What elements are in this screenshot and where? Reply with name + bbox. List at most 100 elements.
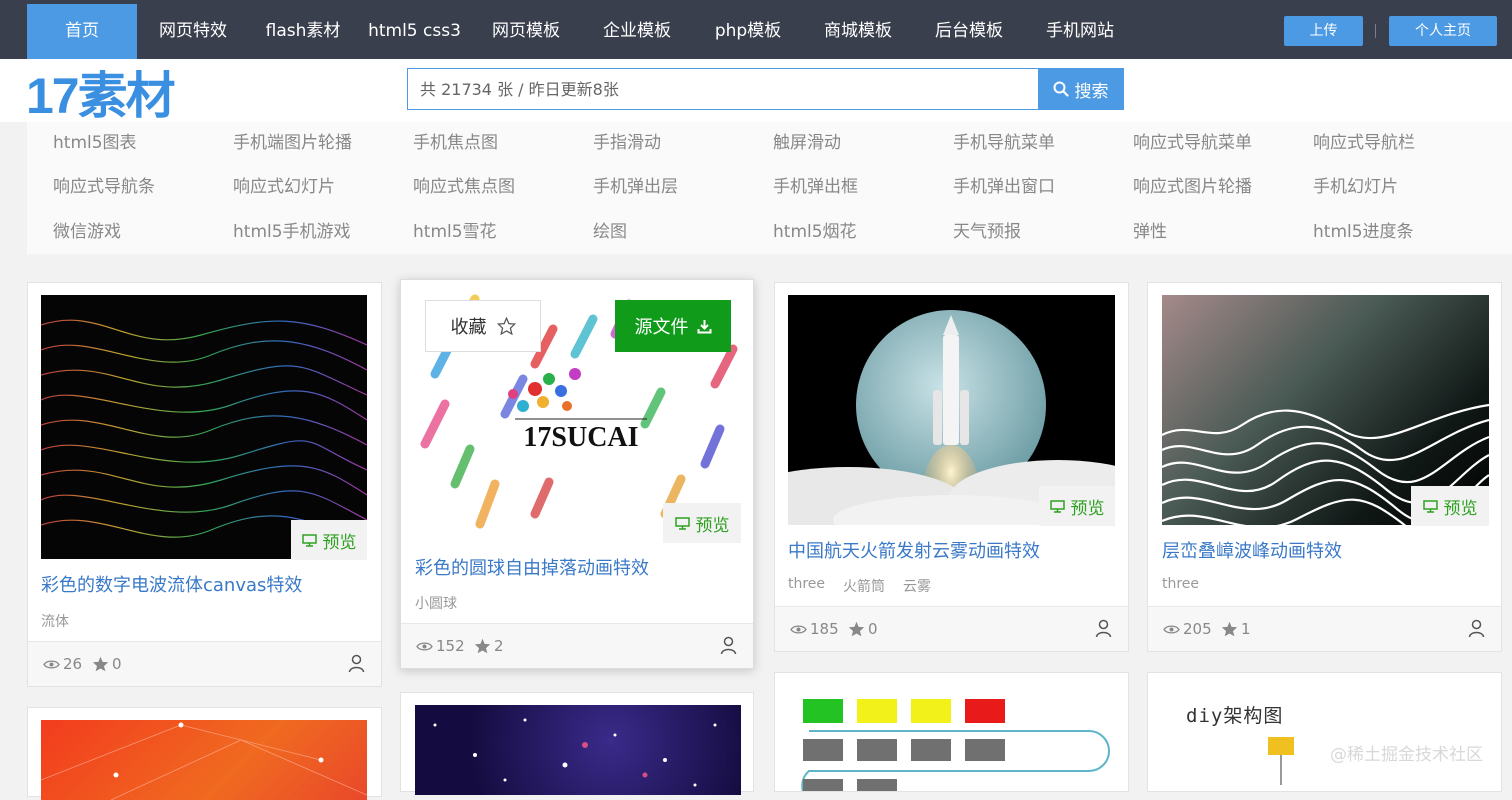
card-tag[interactable]: 云雾	[903, 576, 931, 596]
tag-link[interactable]: 响应式导航栏	[1313, 128, 1415, 153]
monitor-icon	[1422, 499, 1438, 513]
nav-item-php-templates[interactable]: php模板	[698, 4, 798, 59]
download-source-button[interactable]: 源文件	[615, 300, 731, 352]
tag-link[interactable]: 手机弹出层	[593, 172, 678, 197]
card-tag[interactable]: three	[1162, 576, 1199, 592]
tag-link[interactable]: 手机弹出窗口	[953, 172, 1055, 197]
eye-icon	[43, 659, 60, 669]
star-icon	[474, 638, 491, 654]
card-tag[interactable]: 火箭筒	[843, 576, 885, 596]
card-tags: three	[1162, 576, 1199, 592]
nav-item-html5-css3[interactable]: html5 css3	[363, 4, 466, 59]
tag-link[interactable]: 绘图	[593, 217, 627, 242]
user-icon[interactable]	[348, 654, 365, 673]
card-title[interactable]: 中国航天火箭发射云雾动画特效	[788, 537, 1040, 563]
card-title[interactable]: 彩色的数字电波流体canvas特效	[41, 571, 302, 597]
star-icon	[92, 656, 109, 672]
tag-link[interactable]: 手指滑动	[593, 128, 661, 153]
card-tag[interactable]: three	[788, 576, 825, 596]
user-icon[interactable]	[1095, 619, 1112, 638]
tag-link[interactable]: 响应式导航条	[53, 172, 155, 197]
download-icon	[697, 319, 711, 333]
diagram-connector	[1280, 755, 1282, 785]
favorite-label: 收藏	[450, 317, 487, 338]
card-tag[interactable]: 流体	[41, 611, 69, 631]
tag-link[interactable]: html5手机游戏	[233, 217, 351, 242]
preview-button[interactable]: 预览	[1039, 486, 1115, 526]
search-input[interactable]	[408, 69, 1039, 109]
nav-divider	[1375, 24, 1376, 38]
view-count-value: 152	[436, 637, 465, 655]
profile-button[interactable]: 个人主页	[1389, 16, 1497, 46]
preview-label: 预览	[322, 532, 357, 553]
tag-link[interactable]: 触屏滑动	[773, 128, 841, 153]
tag-cloud: html5图表 手机端图片轮播 手机焦点图 手指滑动 触屏滑动 手机导航菜单 响…	[27, 122, 1512, 254]
preview-button[interactable]: 预览	[1411, 486, 1489, 526]
card-thumbnail[interactable]	[41, 720, 367, 800]
star-count-value: 0	[868, 620, 878, 638]
card-tag[interactable]: 小圆球	[415, 593, 457, 613]
tag-link[interactable]: 响应式导航菜单	[1133, 128, 1252, 153]
card-title[interactable]: 层峦叠嶂波峰动画特效	[1162, 537, 1342, 563]
nav-item-shop-templates[interactable]: 商城模板	[808, 4, 908, 59]
site-logo[interactable]: 17素材	[26, 66, 176, 124]
eye-icon	[416, 641, 433, 651]
nav-item-enterprise-templates[interactable]: 企业模板	[587, 4, 687, 59]
nav-item-web-templates[interactable]: 网页模板	[476, 4, 576, 59]
tag-link[interactable]: 响应式图片轮播	[1133, 172, 1252, 197]
user-icon[interactable]	[1468, 619, 1485, 638]
tag-link[interactable]: html5雪花	[413, 217, 497, 242]
tag-link[interactable]: 响应式幻灯片	[233, 172, 335, 197]
download-source-label: 源文件	[634, 317, 689, 338]
card-wave-peaks[interactable]: 预览 层峦叠嶂波峰动画特效 three 205 1	[1147, 282, 1502, 652]
tag-link[interactable]: 微信游戏	[53, 217, 121, 242]
card-partial[interactable]: diy架构图	[1147, 672, 1502, 792]
tag-link[interactable]: html5图表	[53, 128, 137, 153]
card-tags: 小圆球	[415, 593, 457, 613]
monitor-icon	[1049, 499, 1065, 513]
card-footer: 205 1	[1148, 606, 1501, 651]
star-count: 2	[474, 637, 504, 655]
diagram-node	[1268, 737, 1294, 755]
nav-item-mobile-sites[interactable]: 手机网站	[1030, 4, 1130, 59]
card-partial[interactable]	[774, 672, 1129, 792]
tag-link[interactable]: 手机幻灯片	[1313, 172, 1398, 197]
user-icon[interactable]	[720, 636, 737, 655]
upload-button[interactable]: 上传	[1284, 16, 1363, 46]
card-footer: 26 0	[28, 641, 381, 686]
star-count: 0	[848, 620, 878, 638]
tag-link[interactable]: 手机端图片轮播	[233, 128, 352, 153]
search-icon	[1053, 81, 1069, 97]
star-count-value: 1	[1241, 620, 1251, 638]
header: 17素材 搜索	[0, 59, 1512, 124]
search-button[interactable]: 搜索	[1038, 69, 1123, 109]
tag-link[interactable]: html5进度条	[1313, 217, 1414, 242]
view-count: 205	[1163, 620, 1212, 638]
preview-button[interactable]: 预览	[291, 520, 367, 560]
card-partial[interactable]	[400, 692, 754, 795]
tag-link[interactable]: 响应式焦点图	[413, 172, 515, 197]
nav-item-web-effects[interactable]: 网页特效	[143, 4, 243, 59]
tag-link[interactable]: 手机弹出框	[773, 172, 858, 197]
starfield-image	[433, 718, 717, 787]
card-tags: three 火箭筒 云雾	[788, 576, 931, 596]
nav-item-admin-templates[interactable]: 后台模板	[919, 4, 1019, 59]
card-footer: 152 2	[401, 623, 753, 668]
preview-button[interactable]: 预览	[663, 503, 741, 543]
card-falling-balls[interactable]: 17SUCAI 收藏 源文件 预览 彩色的圆球自由掉落动画特效 小圆球 152 …	[400, 279, 754, 669]
card-title[interactable]: 彩色的圆球自由掉落动画特效	[415, 554, 649, 580]
watermark: @稀土掘金技术社区	[1330, 745, 1483, 765]
tag-link[interactable]: 手机导航菜单	[953, 128, 1055, 153]
card-rocket-launch[interactable]: 预览 中国航天火箭发射云雾动画特效 three 火箭筒 云雾 185 0	[774, 282, 1129, 652]
tag-link[interactable]: 手机焦点图	[413, 128, 498, 153]
tag-link[interactable]: 天气预报	[953, 217, 1021, 242]
nav-item-flash[interactable]: flash素材	[253, 4, 353, 59]
monitor-icon	[674, 516, 690, 530]
card-fluid-canvas[interactable]: 预览 彩色的数字电波流体canvas特效 流体 26 0	[27, 282, 382, 687]
tag-link[interactable]: 弹性	[1133, 217, 1167, 242]
preview-label: 预览	[1070, 498, 1105, 519]
nav-item-home[interactable]: 首页	[27, 4, 137, 59]
card-thumbnail[interactable]	[415, 705, 741, 795]
favorite-button[interactable]: 收藏	[425, 300, 541, 352]
tag-link[interactable]: html5烟花	[773, 217, 857, 242]
